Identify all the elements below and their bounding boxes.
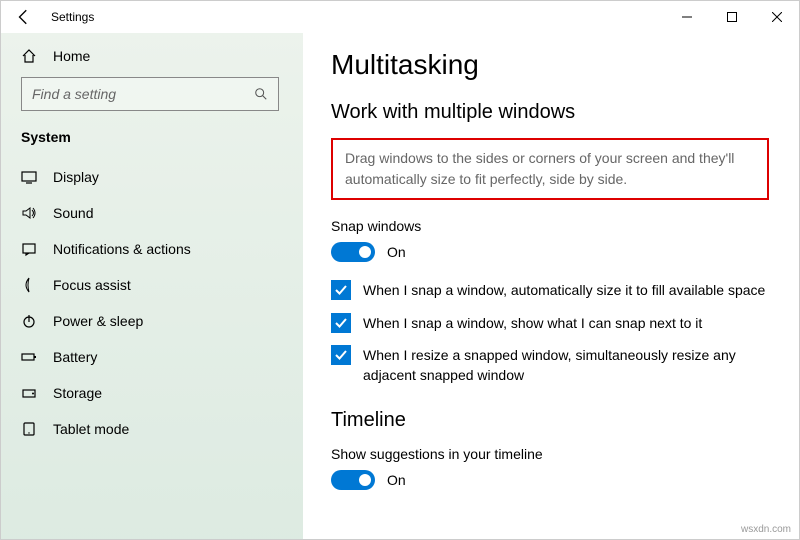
titlebar: Settings — [1, 1, 799, 33]
page-title: Multitasking — [331, 49, 769, 81]
back-button[interactable] — [15, 8, 33, 26]
search-icon — [244, 87, 278, 101]
checkbox-label: When I snap a window, show what I can sn… — [363, 313, 702, 334]
sidebar-item-label: Display — [53, 169, 99, 185]
power-icon — [21, 313, 37, 329]
window-controls — [664, 1, 799, 33]
checkbox-label: When I resize a snapped window, simultan… — [363, 345, 769, 385]
display-icon — [21, 169, 37, 185]
section-label: System — [1, 121, 303, 159]
sidebar-item-label: Battery — [53, 349, 97, 365]
focus-icon — [21, 277, 37, 293]
sidebar-item-label: Storage — [53, 385, 102, 401]
notifications-icon — [21, 241, 37, 257]
maximize-button[interactable] — [709, 1, 754, 33]
sidebar-item-label: Tablet mode — [53, 421, 129, 437]
sidebar-item-notifications[interactable]: Notifications & actions — [1, 231, 303, 267]
description-highlight: Drag windows to the sides or corners of … — [331, 138, 769, 200]
home-label: Home — [53, 48, 90, 64]
sidebar-item-display[interactable]: Display — [1, 159, 303, 195]
section-heading: Timeline — [331, 409, 769, 432]
toggle-state: On — [387, 472, 406, 488]
sidebar-item-storage[interactable]: Storage — [1, 375, 303, 411]
sidebar-item-battery[interactable]: Battery — [1, 339, 303, 375]
window-title: Settings — [51, 10, 94, 24]
sidebar-item-label: Sound — [53, 205, 93, 221]
search-box[interactable] — [21, 77, 279, 111]
storage-icon — [21, 385, 37, 401]
checkbox-resize[interactable] — [331, 345, 351, 365]
sidebar-item-tablet[interactable]: Tablet mode — [1, 411, 303, 447]
sidebar-item-sound[interactable]: Sound — [1, 195, 303, 231]
timeline-suggestions-toggle[interactable] — [331, 470, 375, 490]
minimize-button[interactable] — [664, 1, 709, 33]
battery-icon — [21, 349, 37, 365]
close-button[interactable] — [754, 1, 799, 33]
sidebar-item-label: Power & sleep — [53, 313, 143, 329]
sidebar-item-power[interactable]: Power & sleep — [1, 303, 303, 339]
home-icon — [21, 48, 37, 64]
tablet-icon — [21, 421, 37, 437]
toggle-state: On — [387, 244, 406, 260]
checkbox-shownext[interactable] — [331, 313, 351, 333]
snap-windows-label: Snap windows — [331, 218, 769, 234]
sidebar-item-label: Notifications & actions — [53, 241, 191, 257]
snap-windows-toggle[interactable] — [331, 242, 375, 262]
checkbox-label: When I snap a window, automatically size… — [363, 280, 765, 301]
watermark: wsxdn.com — [741, 524, 791, 535]
sidebar-item-focus[interactable]: Focus assist — [1, 267, 303, 303]
sound-icon — [21, 205, 37, 221]
sidebar: Home System Display Sound Notifications … — [1, 33, 303, 539]
main-content: Multitasking Work with multiple windows … — [303, 33, 799, 539]
sidebar-item-label: Focus assist — [53, 277, 131, 293]
home-nav[interactable]: Home — [1, 39, 303, 73]
timeline-suggestions-label: Show suggestions in your timeline — [331, 446, 769, 462]
checkbox-autosize[interactable] — [331, 280, 351, 300]
section-heading: Work with multiple windows — [331, 101, 769, 124]
search-input[interactable] — [22, 86, 244, 102]
